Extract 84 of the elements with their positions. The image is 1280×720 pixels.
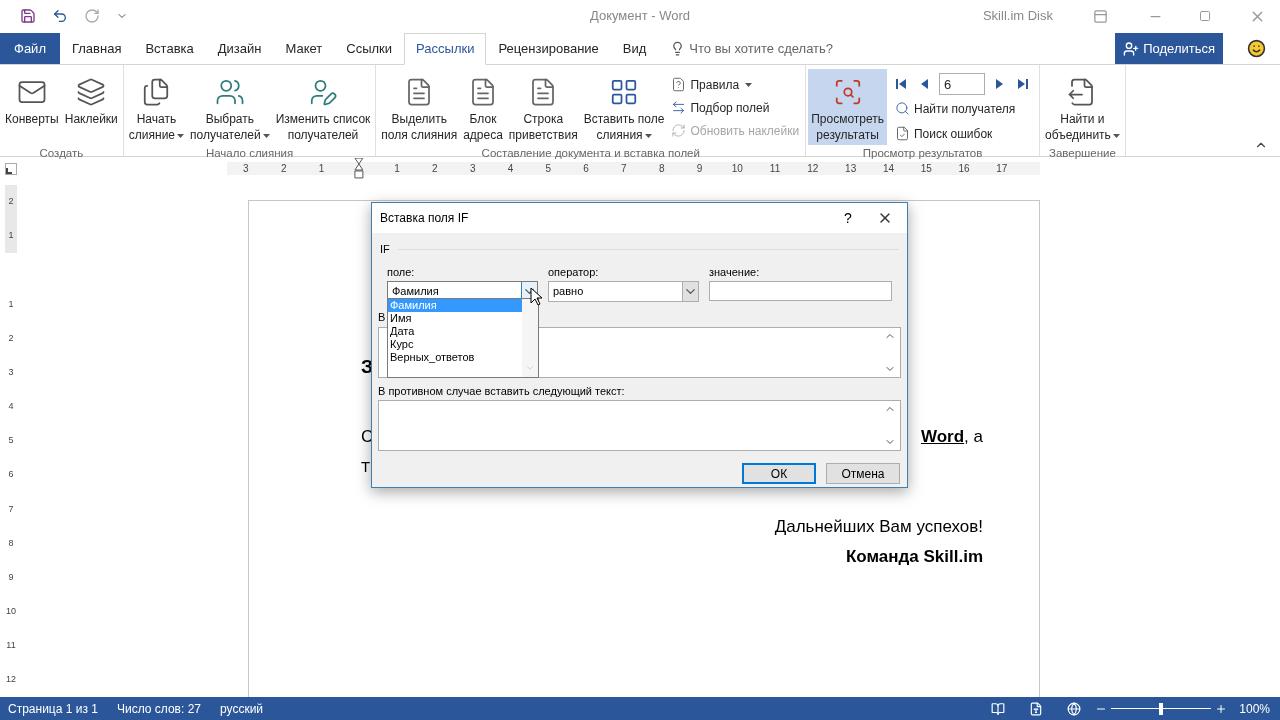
share-button[interactable]: Поделиться	[1115, 33, 1223, 64]
zoom-in-icon[interactable]	[1215, 702, 1228, 715]
ribbon-tab[interactable]: Вид	[610, 33, 659, 65]
ribbon-button[interactable]: Найти получателя	[895, 97, 1029, 120]
ribbon-button[interactable]: Выбрать получателей	[187, 69, 273, 145]
ribbon-button[interactable]: Изменить список получателей	[272, 69, 374, 145]
ribbon-button[interactable]: Строка приветствия	[505, 69, 581, 145]
person-pencil-icon	[308, 77, 338, 107]
field-label: значение:	[709, 264, 761, 280]
field-label: оператор:	[548, 264, 600, 280]
search-icon	[895, 101, 910, 116]
save-icon[interactable]	[20, 8, 36, 24]
value-field[interactable]	[709, 281, 892, 301]
print-layout-icon[interactable]	[1029, 701, 1044, 716]
ribbon-tab[interactable]: Вставка	[133, 33, 206, 65]
account-name: Skill.im Disk	[982, 7, 1053, 26]
window-title: Документ - Word	[588, 7, 691, 26]
question-document-icon	[671, 77, 687, 92]
ribbon-button[interactable]: Найти и объединить	[1042, 69, 1123, 145]
refresh-icon	[671, 123, 687, 138]
list-option[interactable]: Верных_ответов	[388, 351, 522, 364]
ribbon-tab[interactable]: Главная	[59, 33, 134, 65]
ribbon-tab[interactable]: Рассылки	[404, 33, 487, 65]
ribbon-button[interactable]: Блок адреса	[460, 69, 506, 145]
text-area[interactable]	[378, 400, 901, 451]
language-label: русский	[220, 700, 264, 718]
signature-text: Команда Skill.im	[845, 545, 983, 568]
body-text: Т	[361, 456, 371, 477]
smiley-icon[interactable]	[1247, 39, 1266, 58]
ribbon-button[interactable]: Вставить поле слияния	[580, 69, 668, 145]
ribbon-tab[interactable]: Ссылки	[334, 33, 405, 65]
help-button[interactable]: ?	[833, 207, 863, 229]
group-label: Составление документа и вставка полей	[480, 146, 701, 161]
list-option[interactable]: Курс	[388, 338, 522, 351]
list-option[interactable]: Дата	[388, 325, 522, 338]
dialog-title: Вставка поля IF	[380, 210, 470, 227]
file-tab[interactable]: Файл	[0, 33, 60, 64]
group-label: IF	[380, 242, 390, 257]
dialog-button[interactable]: Отмена	[826, 463, 900, 484]
tab-selector-icon[interactable]	[5, 162, 17, 175]
ribbon-button[interactable]: Просмотреть результаты	[808, 69, 887, 145]
field-label: В противном случае вставить следующий текст:	[377, 383, 626, 399]
word-count: Число слов: 27	[116, 700, 201, 718]
ribbon-tab[interactable]: Рецензирование	[486, 33, 611, 65]
web-layout-icon[interactable]	[1067, 701, 1082, 716]
field-label: В	[378, 310, 387, 325]
person-plus-icon	[1123, 40, 1140, 57]
dialog-button[interactable]: ОК	[742, 463, 816, 484]
list-option[interactable]: Имя	[388, 312, 522, 325]
group-label: Создать	[38, 146, 85, 161]
record-field[interactable]: 6	[939, 73, 985, 95]
zoom-level: 100%	[1239, 700, 1270, 718]
ribbon-button[interactable]: Подбор полей	[671, 96, 800, 119]
redo-icon[interactable]	[84, 8, 100, 24]
tell-me-field[interactable]: Что вы хотите сделать?	[689, 38, 860, 59]
ribbon-display-icon[interactable]	[1093, 8, 1108, 24]
body-text: Word, а	[920, 425, 983, 448]
vertical-ruler: 2 1 1 2 3 4 5 6 7 8 9 10 11 12	[5, 185, 17, 697]
people-icon	[214, 77, 245, 107]
ribbon-button[interactable]: Наклейки	[61, 69, 121, 145]
ribbon-button[interactable]: Поиск ошибок	[895, 122, 1029, 145]
restore-icon[interactable]	[1199, 10, 1211, 22]
last-record-icon[interactable]	[1015, 77, 1029, 91]
first-record-icon[interactable]	[895, 77, 909, 91]
group-label: Завершение	[1047, 146, 1117, 161]
undo-icon[interactable]	[52, 8, 68, 24]
swap-arrows-icon	[671, 100, 687, 115]
stacked-sheets-icon	[76, 77, 107, 107]
ribbon-tab[interactable]: Макет	[273, 33, 335, 65]
field-label: поле:	[387, 264, 416, 280]
ribbon-button[interactable]: Выделить поля слияния	[378, 69, 461, 145]
group-label: Начало слияния	[204, 146, 295, 161]
chevron-icon	[682, 282, 698, 301]
closing-text: Дальнейших Вам успехов!	[774, 515, 983, 538]
ribbon-button[interactable]: Начать слияние	[125, 69, 188, 145]
group-label: Просмотр результатов	[861, 146, 984, 161]
page-count: Страница 1 из 1	[8, 700, 98, 718]
read-mode-icon[interactable]	[991, 701, 1006, 716]
document-check-icon	[895, 126, 910, 141]
zoom-slider[interactable]	[1111, 702, 1212, 715]
ribbon-button[interactable]: Конверты	[2, 69, 62, 145]
ribbon-button[interactable]: Правила	[671, 73, 800, 96]
ribbon-tab[interactable]: Дизайн	[205, 33, 274, 65]
operator-dropdown[interactable]: равно	[548, 281, 699, 302]
